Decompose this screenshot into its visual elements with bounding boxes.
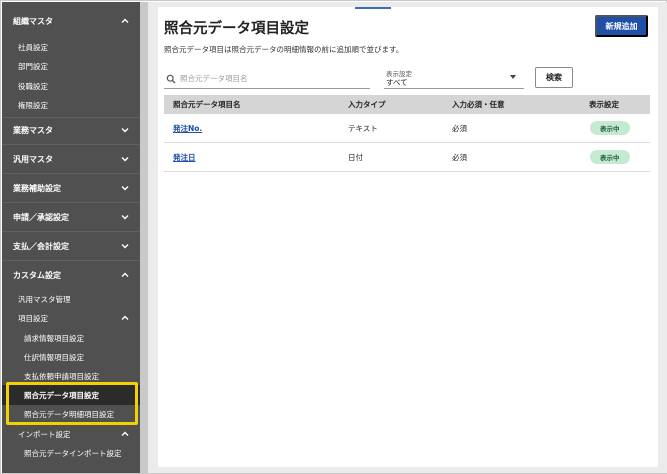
sidebar-divider	[2, 117, 140, 118]
sidebar-item-label: インポート設定	[18, 429, 71, 439]
sidebar-group-business-master[interactable]: 業務マスタ	[2, 119, 140, 141]
sidebar-item-matching-source-items[interactable]: 照合元データ項目設定	[2, 385, 140, 405]
column-header-required: 入力必須・任意	[452, 100, 505, 109]
sidebar-item-label: 汎用マスタ管理	[18, 294, 71, 304]
sidebar-group-label: 汎用マスタ	[13, 154, 53, 164]
sidebar-group-business-support[interactable]: 業務補助設定	[2, 177, 140, 199]
item-input-type: 日付	[348, 152, 363, 162]
sidebar-item-departments[interactable]: 部門設定	[2, 55, 140, 77]
sidebar-divider	[2, 144, 140, 145]
chevron-up-icon	[120, 16, 130, 26]
search-input[interactable]	[180, 74, 360, 83]
status-badge: 表示中	[590, 150, 630, 164]
sidebar-item-label: 部門設定	[18, 61, 48, 71]
sidebar-item-label: 権限設定	[18, 100, 48, 110]
table-row: 発注日 日付 必須 表示中	[164, 143, 650, 172]
search-button[interactable]: 検索	[535, 67, 573, 88]
sidebar-item-label: 項目設定	[18, 313, 48, 323]
sidebar-item-permissions[interactable]: 権限設定	[2, 94, 140, 116]
chevron-up-icon	[120, 270, 130, 280]
sidebar-group-label: 組織マスタ	[13, 16, 53, 26]
chevron-down-icon	[120, 125, 130, 135]
sidebar-item-label: 役職設定	[18, 81, 48, 91]
sidebar-scrollbar[interactable]	[140, 2, 148, 473]
add-new-button[interactable]: 新規追加	[595, 15, 648, 37]
items-table: 照合元データ項目名 入力タイプ 入力必須・任意 表示設定 発注No. テキスト …	[164, 95, 650, 172]
sidebar-group-label: 支払／会計設定	[13, 241, 69, 251]
sidebar-item-label: 支払依頼申請項目設定	[24, 371, 99, 381]
sidebar-item-payment-request-items[interactable]: 支払依頼申請項目設定	[2, 365, 140, 387]
page-description: 照合元データ項目は照合元データの明細情報の前に追加順で並びます。	[164, 45, 404, 54]
sidebar-group-org-master[interactable]: 組織マスタ	[2, 10, 140, 32]
caret-down-icon	[510, 75, 516, 79]
display-filter-select[interactable]: 表示設定 すべて	[384, 67, 524, 89]
sidebar-item-label: 請求情報項目設定	[24, 333, 84, 343]
display-filter-value: すべて	[386, 78, 408, 87]
sidebar-item-matching-source-import[interactable]: 照合元データインポート設定	[2, 442, 140, 464]
search-icon	[166, 74, 176, 83]
sidebar-item-label: 照合元データ項目設定	[24, 390, 99, 400]
sidebar-group-label: 業務マスタ	[13, 125, 53, 135]
column-header-name: 照合元データ項目名	[173, 100, 241, 109]
sidebar-group-label: カスタム設定	[13, 270, 61, 280]
sidebar-divider	[2, 173, 140, 174]
sidebar-group-label: 業務補助設定	[13, 183, 61, 193]
sidebar-item-label: 社員設定	[18, 42, 48, 52]
content-card: 照合元データ項目設定 照合元データ項目は照合元データの明細情報の前に追加順で並び…	[158, 7, 658, 467]
chevron-down-icon	[120, 212, 130, 222]
item-name-link[interactable]: 発注日	[173, 152, 196, 163]
sidebar-item-label: 照合元データ明細項目設定	[24, 409, 114, 419]
sidebar: 組織マスタ 社員設定 部門設定 役職設定 権限設定 業務マスタ 汎用マスタ 業務…	[2, 2, 140, 473]
sidebar-divider	[2, 231, 140, 232]
item-input-type: テキスト	[348, 123, 378, 133]
sidebar-group-payment[interactable]: 支払／会計設定	[2, 235, 140, 257]
table-header: 照合元データ項目名 入力タイプ 入力必須・任意 表示設定	[164, 95, 650, 114]
sidebar-group-generic-master[interactable]: 汎用マスタ	[2, 148, 140, 170]
sidebar-group-approval[interactable]: 申請／承認設定	[2, 206, 140, 228]
main-area: 照合元データ項目設定 照合元データ項目は照合元データの明細情報の前に追加順で並び…	[148, 2, 667, 473]
top-indicator	[355, 7, 391, 9]
item-required: 必須	[452, 123, 467, 133]
item-required: 必須	[452, 152, 467, 162]
sidebar-divider	[2, 202, 140, 203]
chevron-down-icon	[120, 154, 130, 164]
chevron-down-icon	[120, 241, 130, 251]
sidebar-item-label: 仕訳情報項目設定	[24, 352, 84, 362]
search-field[interactable]	[164, 69, 370, 89]
column-header-input-type: 入力タイプ	[348, 100, 386, 109]
sidebar-divider	[2, 260, 140, 261]
item-name-link[interactable]: 発注No.	[173, 123, 202, 134]
column-header-display: 表示設定	[589, 100, 619, 109]
table-row: 発注No. テキスト 必須 表示中	[164, 114, 650, 143]
sidebar-item-item-settings[interactable]: 項目設定	[2, 307, 140, 329]
sidebar-item-label: 照合元データインポート設定	[24, 448, 122, 458]
chevron-up-icon	[120, 429, 130, 439]
chevron-up-icon	[120, 313, 130, 323]
sidebar-item-matching-source-detail-items[interactable]: 照合元データ明細項目設定	[2, 404, 140, 424]
status-badge: 表示中	[590, 121, 630, 135]
app-frame: 組織マスタ 社員設定 部門設定 役職設定 権限設定 業務マスタ 汎用マスタ 業務…	[0, 0, 667, 474]
page-title: 照合元データ項目設定	[164, 21, 309, 37]
sidebar-group-label: 申請／承認設定	[13, 212, 69, 222]
sidebar-group-custom[interactable]: カスタム設定	[2, 264, 140, 286]
chevron-down-icon	[120, 183, 130, 193]
